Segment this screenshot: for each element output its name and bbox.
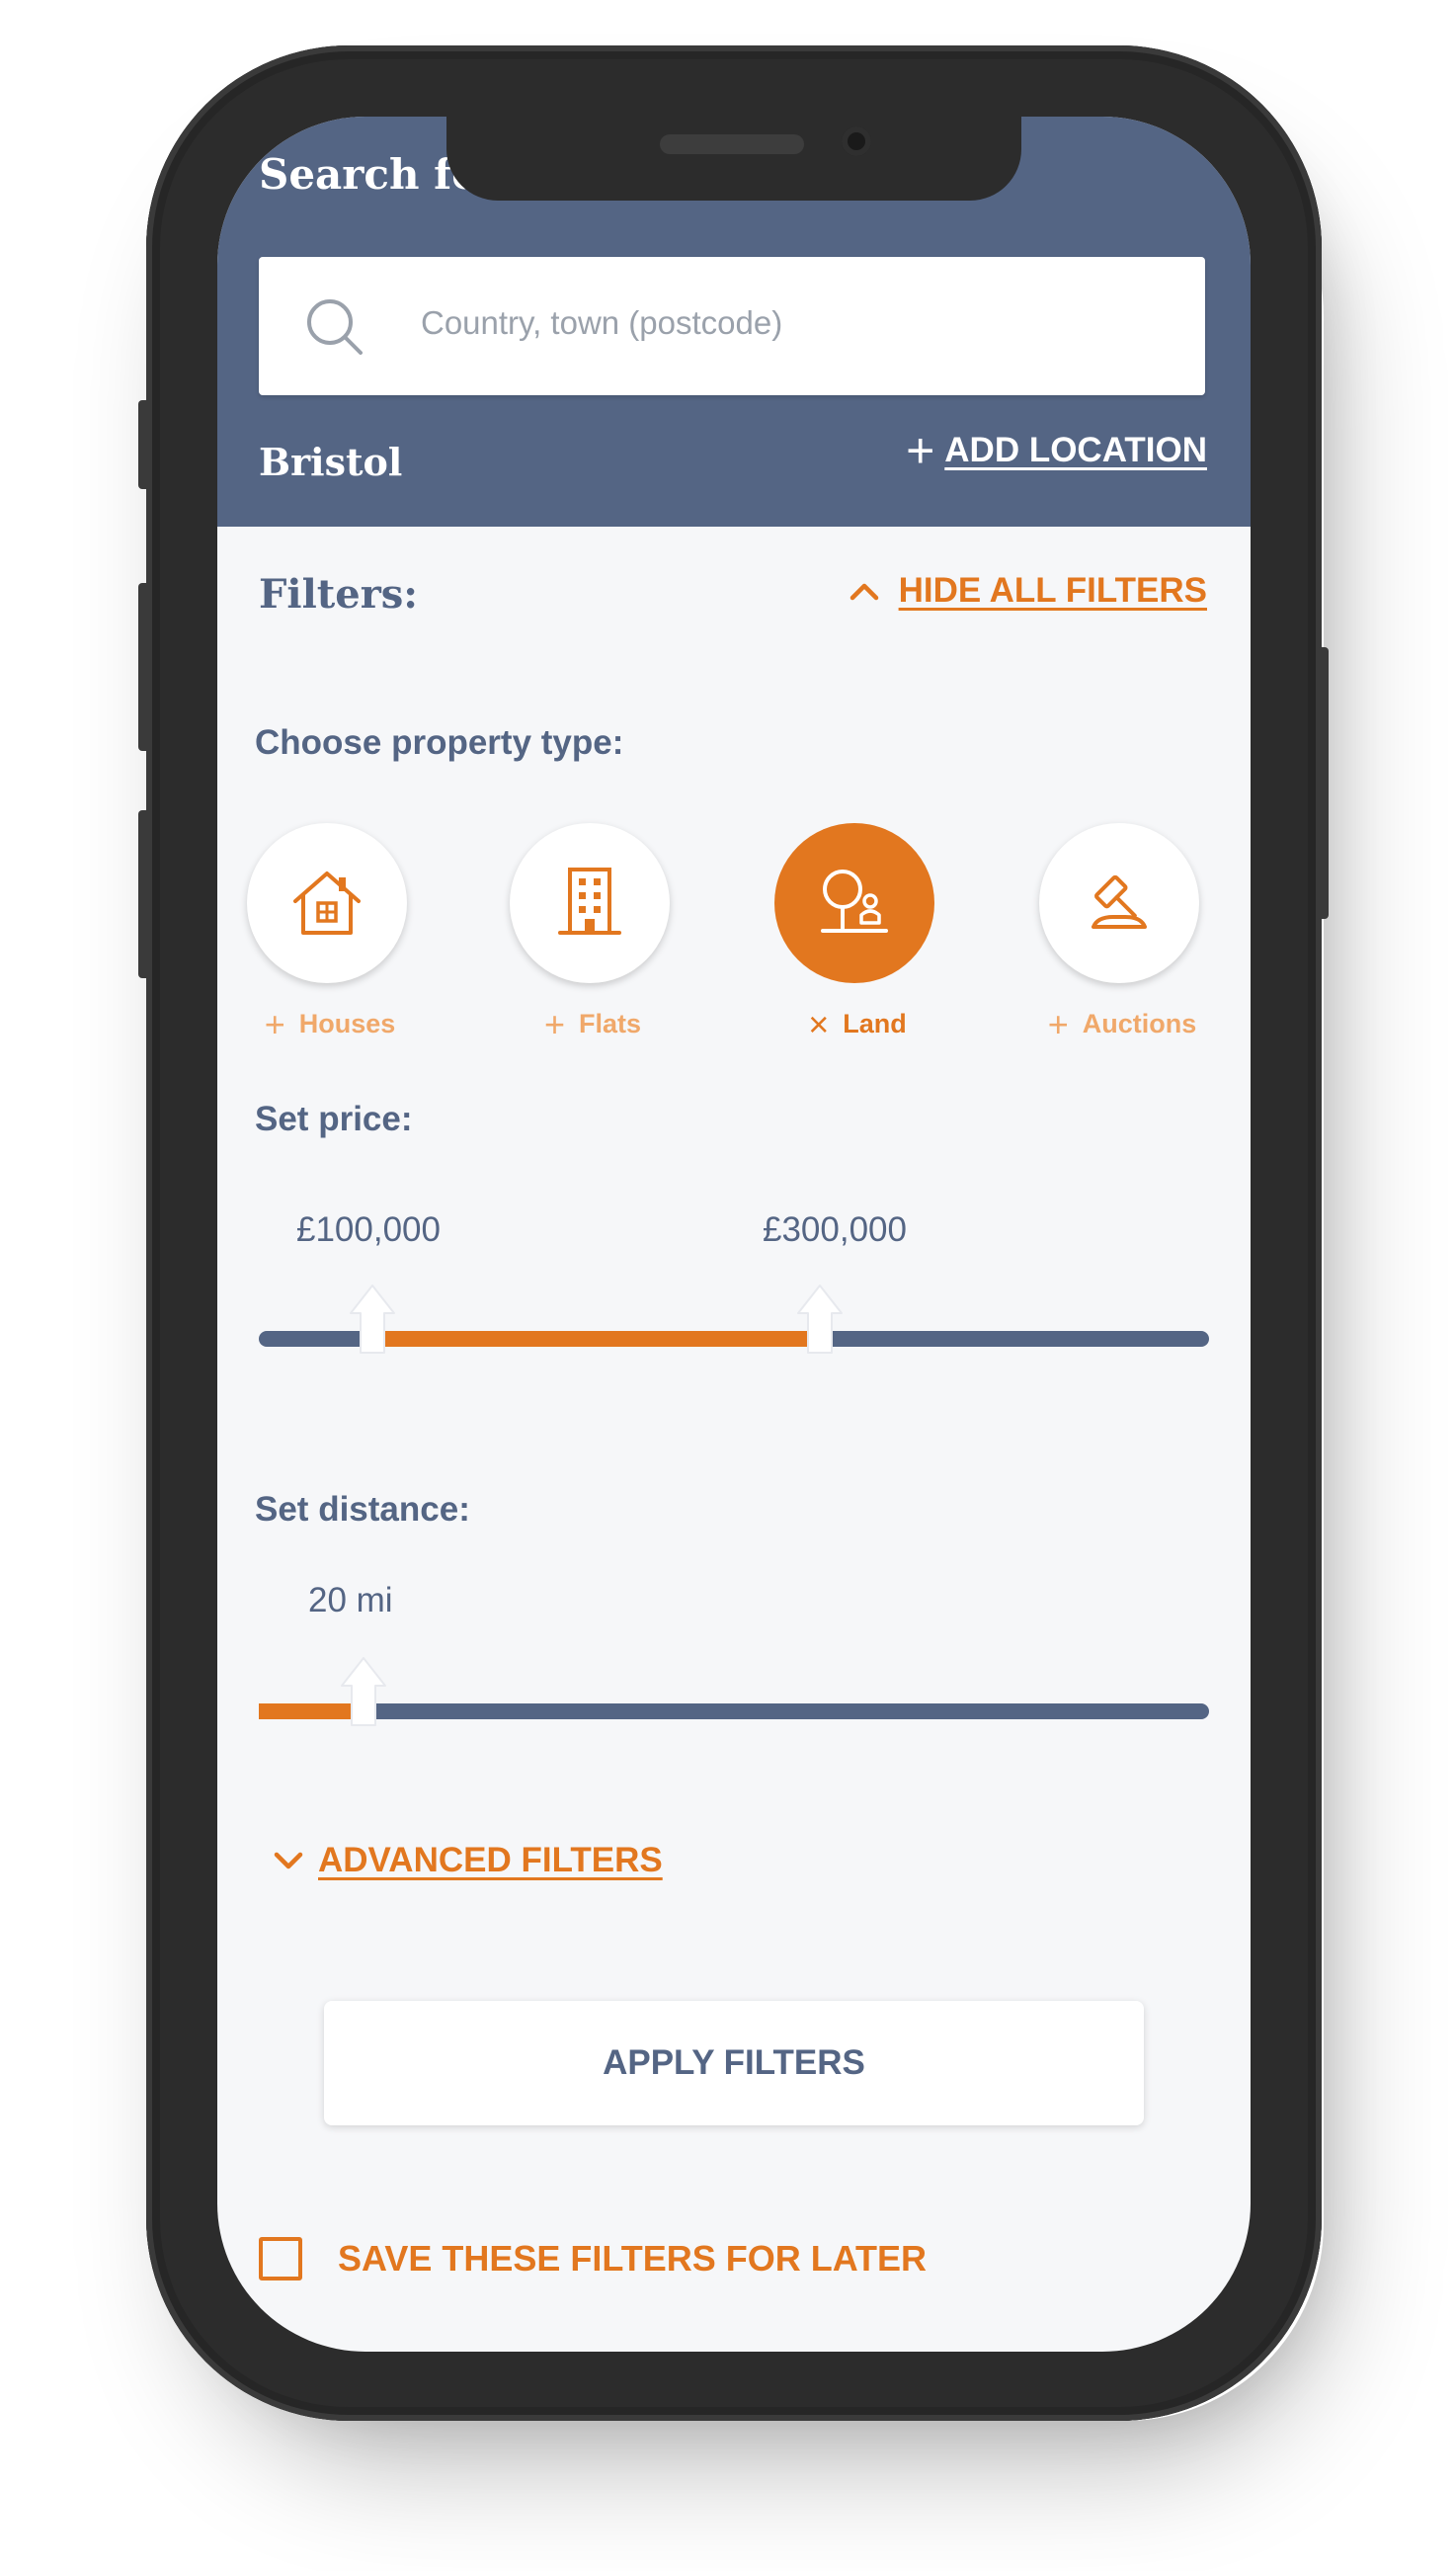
front-camera xyxy=(842,126,871,156)
houses-label: Houses xyxy=(298,1009,396,1038)
price-max-handle[interactable] xyxy=(796,1284,844,1355)
search-input[interactable]: Country, town (postcode) xyxy=(259,257,1205,395)
property-type-flats[interactable]: + Flats xyxy=(494,823,691,1050)
distance-handle[interactable] xyxy=(340,1656,387,1727)
apply-filters-button[interactable]: APPLY FILTERS xyxy=(324,2001,1144,2125)
plus-icon: + xyxy=(264,1003,285,1044)
flats-circle xyxy=(510,823,670,983)
phone-volume-down xyxy=(138,810,150,978)
advanced-filters-label: ADVANCED FILTERS xyxy=(318,1841,663,1879)
chevron-down-icon xyxy=(274,1852,303,1869)
land-tree-icon xyxy=(821,870,888,933)
phone-notch xyxy=(446,117,1021,201)
set-price-label: Set price: xyxy=(255,1100,413,1138)
house-icon xyxy=(293,871,361,935)
price-max-value: £300,000 xyxy=(763,1210,907,1249)
price-min-handle[interactable] xyxy=(349,1284,396,1355)
search-placeholder: Country, town (postcode) xyxy=(421,304,783,341)
phone-power-button xyxy=(1317,647,1329,919)
hide-all-filters-label: HIDE ALL FILTERS xyxy=(898,571,1207,610)
save-filters-row[interactable]: SAVE THESE FILTERS FOR LATER xyxy=(259,2237,927,2281)
land-label: Land xyxy=(843,1009,907,1038)
property-type-label: Choose property type: xyxy=(255,723,624,762)
distance-value: 20 mi xyxy=(308,1581,393,1619)
advanced-filters-toggle[interactable]: ADVANCED FILTERS xyxy=(273,1841,663,1880)
chevron-up-icon xyxy=(849,583,878,601)
phone-volume-up xyxy=(138,583,150,751)
property-type-houses[interactable]: + Houses xyxy=(231,823,429,1050)
houses-label-row: + Houses xyxy=(231,1003,429,1044)
phone-screen: Search for Country, town (postcode) Bris… xyxy=(217,117,1251,2352)
auctions-label: Auctions xyxy=(1082,1009,1197,1038)
auctions-circle xyxy=(1039,823,1199,983)
land-label-row: × Land xyxy=(759,1003,956,1044)
add-location-label: ADD LOCATION xyxy=(944,431,1207,469)
set-distance-label: Set distance: xyxy=(255,1490,470,1529)
selected-location: Bristol xyxy=(259,440,403,484)
flats-label-row: + Flats xyxy=(494,1003,691,1044)
distance-slider-track[interactable] xyxy=(259,1703,1209,1719)
stage: Search for Country, town (postcode) Bris… xyxy=(0,0,1456,2571)
flats-label: Flats xyxy=(579,1009,642,1038)
price-slider-range xyxy=(372,1331,820,1347)
property-type-auctions[interactable]: + Auctions xyxy=(1023,823,1221,1050)
houses-circle xyxy=(247,823,407,983)
close-icon: × xyxy=(808,1003,830,1044)
plus-icon: + xyxy=(1047,1003,1069,1044)
plus-icon: + xyxy=(543,1003,565,1044)
price-min-value: £100,000 xyxy=(296,1210,441,1249)
property-type-land[interactable]: × Land xyxy=(759,823,956,1050)
price-slider-track[interactable] xyxy=(259,1331,1209,1347)
auctions-label-row: + Auctions xyxy=(1023,1003,1221,1044)
save-filters-label: SAVE THESE FILTERS FOR LATER xyxy=(338,2238,928,2279)
plus-icon: + xyxy=(906,423,935,478)
land-circle xyxy=(774,823,934,983)
phone-silent-switch xyxy=(138,400,150,489)
filters-title: Filters: xyxy=(259,571,419,618)
flats-building-icon xyxy=(558,868,621,935)
add-location-button[interactable]: + ADD LOCATION xyxy=(906,423,1207,478)
hide-all-filters-button[interactable]: HIDE ALL FILTERS xyxy=(849,571,1207,611)
speaker xyxy=(660,134,804,154)
save-filters-checkbox[interactable] xyxy=(259,2237,302,2281)
search-icon xyxy=(307,299,363,355)
auction-gavel-icon xyxy=(1092,874,1147,929)
